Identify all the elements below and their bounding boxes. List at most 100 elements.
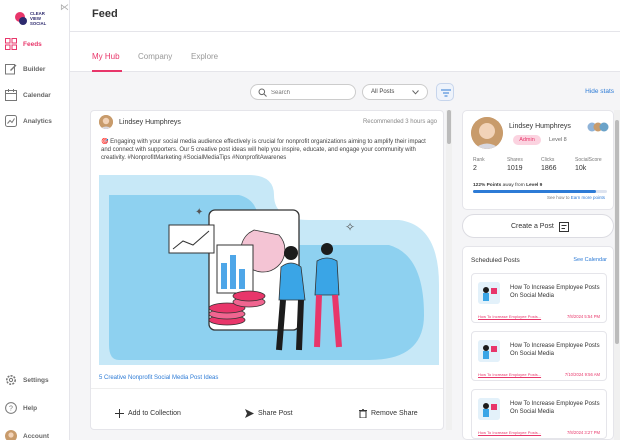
- share-post-button[interactable]: Share Post: [245, 409, 293, 418]
- feed-tabs: My Hub Company Explore: [70, 32, 620, 72]
- scheduled-post-link[interactable]: How To Increase Employee Posts...: [478, 372, 541, 377]
- stat-value: 1866: [541, 165, 557, 172]
- feed-scrollbar-thumb[interactable]: [447, 110, 451, 144]
- calendar-icon: [5, 89, 17, 101]
- sidebar-item-label: Analytics: [23, 117, 52, 125]
- stat-key: Rank: [473, 157, 485, 163]
- grid-icon: [5, 38, 17, 50]
- sidebar-item-builder[interactable]: Builder: [0, 59, 70, 79]
- author-name[interactable]: Lindsey Humphreys: [119, 119, 181, 126]
- sidebar-item-calendar[interactable]: Calendar: [0, 85, 70, 105]
- scheduled-post-date: 7/8/2024 3:27 PM: [566, 430, 600, 435]
- sidebar: CLEAR VIEW SOCIAL ⋉ Feeds Builder Calend…: [0, 0, 70, 440]
- remove-share-button[interactable]: Remove Share: [359, 409, 418, 418]
- sidebar-item-feeds[interactable]: Feeds: [0, 34, 70, 54]
- tab-my-hub[interactable]: My Hub: [92, 52, 120, 61]
- sidebar-item-label: Help: [23, 404, 38, 412]
- scheduled-post-item[interactable]: How To Increase Employee Posts On Social…: [471, 389, 607, 439]
- create-post-label: Create a Post: [511, 223, 554, 230]
- points-progress-label: 122% Points away from Level 9: [473, 183, 542, 188]
- add-to-collection-button[interactable]: Add to Collection: [115, 409, 181, 418]
- trash-icon: [359, 409, 367, 418]
- collapse-sidebar-icon[interactable]: ⋉: [60, 2, 69, 13]
- sidebar-item-label: Settings: [23, 376, 49, 384]
- post-article-link[interactable]: 5 Creative Nonprofit Social Media Post I…: [99, 375, 218, 381]
- stat-rank: Rank 2: [473, 157, 509, 172]
- clearview-social-logo[interactable]: CLEAR VIEW SOCIAL: [14, 8, 54, 32]
- create-post-button[interactable]: Create a Post: [462, 214, 614, 238]
- scheduled-post-thumbnail: [478, 398, 500, 420]
- post-illustration[interactable]: ✧ ✦: [99, 175, 439, 365]
- svg-text:✦: ✦: [195, 207, 203, 218]
- send-icon: [245, 409, 254, 418]
- role-badge: Admin: [513, 135, 541, 145]
- earn-prefix: See how to: [546, 195, 571, 200]
- post-filter-select[interactable]: All Posts: [362, 84, 428, 100]
- stat-socialscore: SocialScore 10k: [575, 157, 611, 172]
- post-actions: Add to Collection Share Post Remove Shar…: [91, 388, 443, 429]
- profile-name: Lindsey Humphreys: [509, 123, 571, 130]
- sidebar-item-settings[interactable]: Settings: [0, 370, 70, 390]
- scheduled-post-link[interactable]: How To Increase Employee Posts...: [478, 314, 541, 319]
- tab-company[interactable]: Company: [138, 52, 172, 61]
- post-text: 🎯 Engaging with your social media audien…: [101, 139, 426, 161]
- sidebar-item-label: Builder: [23, 65, 46, 73]
- filter-bar: All Posts Hide stats: [70, 72, 620, 110]
- sidebar-item-analytics[interactable]: Analytics: [0, 111, 70, 131]
- stat-value: 1019: [507, 165, 523, 172]
- earn-points-link[interactable]: Earn more points: [571, 195, 605, 200]
- sidebar-item-account[interactable]: Account: [0, 426, 70, 440]
- level-progress-bar: [473, 190, 607, 193]
- sidebar-scrollbar[interactable]: [614, 110, 620, 440]
- stat-key: Clicks: [541, 157, 555, 163]
- points-text: away from: [501, 183, 527, 188]
- compose-icon: [559, 222, 569, 232]
- help-icon: ?: [5, 402, 17, 414]
- post-meta: Recommended 3 hours ago: [362, 119, 437, 125]
- feed-scrollbar[interactable]: [446, 110, 452, 430]
- points-level: Level 9: [526, 183, 543, 188]
- gear-icon: [6, 375, 16, 385]
- scheduled-post-item[interactable]: How To Increase Employee Posts On Social…: [471, 331, 607, 381]
- sort-filter-button[interactable]: [436, 83, 454, 101]
- badges-icon[interactable]: [587, 122, 609, 132]
- post-header: Lindsey Humphreys Recommended 3 hours ag…: [99, 115, 437, 131]
- stat-shares: Shares 1019: [507, 157, 543, 172]
- sidebar-item-label: Feeds: [23, 40, 42, 48]
- stat-key: Shares: [507, 157, 523, 163]
- avatar: [5, 430, 17, 440]
- sidebar-scrollbar-thumb[interactable]: [615, 120, 619, 344]
- author-avatar[interactable]: [99, 115, 113, 129]
- stat-value: 2: [473, 165, 477, 172]
- search-icon: [258, 88, 267, 97]
- svg-text:?: ?: [9, 406, 13, 413]
- remove-share-label: Remove Share: [371, 410, 418, 417]
- share-post-label: Share Post: [258, 410, 293, 417]
- analytics-icon: [5, 115, 17, 127]
- level-label: Level 8: [549, 137, 567, 143]
- points-bold: 122% Points: [473, 183, 502, 188]
- sidebar-item-label: Account: [23, 432, 49, 440]
- profile-avatar[interactable]: [471, 117, 503, 149]
- stat-clicks: Clicks 1866: [541, 157, 577, 172]
- sidebar-item-help[interactable]: ? Help: [0, 398, 70, 418]
- tab-explore[interactable]: Explore: [191, 52, 218, 61]
- scheduled-post-title: How To Increase Employee Posts On Social…: [510, 343, 600, 357]
- scheduled-post-thumbnail: [478, 340, 500, 362]
- sort-lines-icon: [441, 89, 451, 97]
- add-to-collection-label: Add to Collection: [128, 410, 181, 417]
- post-filter-value: All Posts: [371, 89, 395, 95]
- hide-stats-link[interactable]: Hide stats: [585, 88, 614, 95]
- plus-icon: [115, 409, 124, 418]
- sidebar-item-label: Calendar: [23, 91, 51, 99]
- stat-key: SocialScore: [575, 157, 602, 163]
- scheduled-post-date: 7/8/2024 5:54 PM: [566, 314, 600, 319]
- svg-text:✧: ✧: [345, 220, 355, 234]
- search-box[interactable]: [250, 84, 356, 100]
- scheduled-post-title: How To Increase Employee Posts On Social…: [510, 401, 600, 415]
- search-input[interactable]: [271, 88, 351, 98]
- scheduled-post-link[interactable]: How To Increase Employee Posts...: [478, 430, 541, 435]
- see-calendar-link[interactable]: See Calendar: [573, 257, 607, 263]
- top-bar: Feed: [70, 0, 620, 32]
- scheduled-post-item[interactable]: How To Increase Employee Posts On Social…: [471, 273, 607, 323]
